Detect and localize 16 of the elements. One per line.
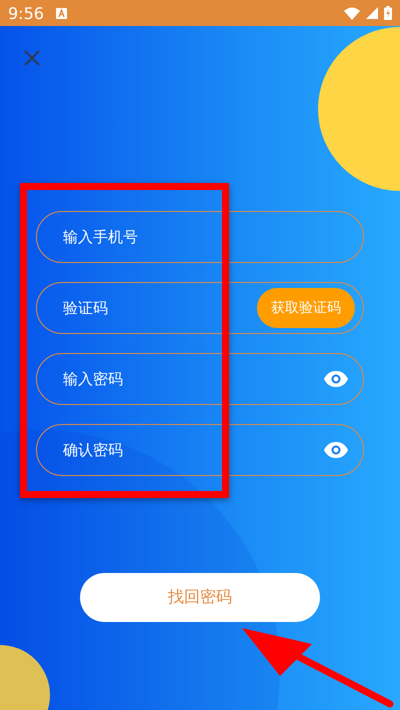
placeholder-text: 确认密码 xyxy=(63,440,123,460)
eye-icon[interactable] xyxy=(323,441,349,459)
signal-icon xyxy=(366,7,378,19)
wifi-icon xyxy=(344,6,360,20)
submit-button[interactable]: 找回密码 xyxy=(80,573,320,622)
status-time: 9:56 xyxy=(8,4,44,22)
input-field[interactable]: 输入密码 xyxy=(36,353,364,405)
input-field[interactable]: 确认密码 xyxy=(36,424,364,476)
input-field[interactable]: 输入手机号 xyxy=(36,211,364,263)
placeholder-text: 验证码 xyxy=(63,298,108,318)
eye-icon[interactable] xyxy=(323,370,349,388)
battery-icon xyxy=(384,6,392,20)
placeholder-text: 输入手机号 xyxy=(63,227,138,247)
keyboard-icon xyxy=(56,8,67,18)
input-field[interactable]: 验证码 获取验证码 xyxy=(36,282,364,334)
placeholder-text: 输入密码 xyxy=(63,369,123,389)
